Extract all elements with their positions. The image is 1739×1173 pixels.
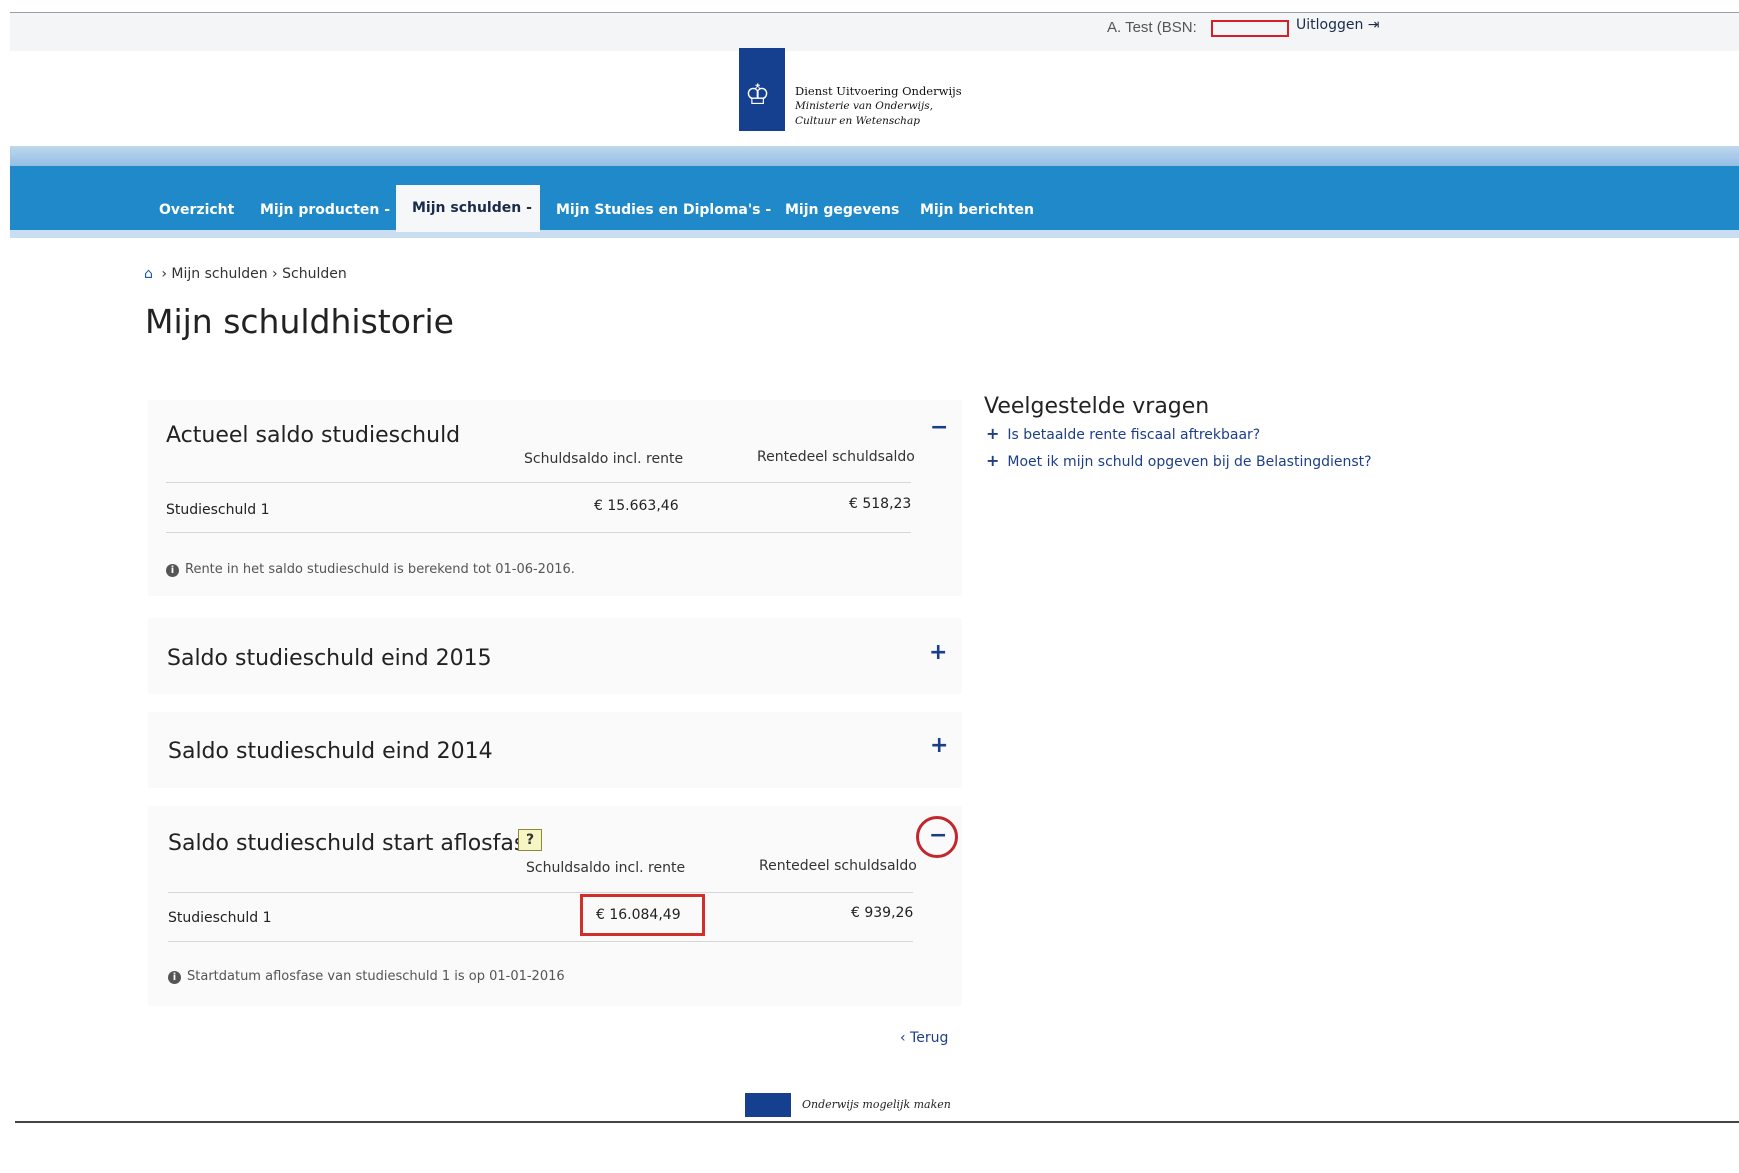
organisation-name: Dienst Uitvoering Onderwijs Ministerie v… xyxy=(795,84,975,129)
page-title: Mijn schuldhistorie xyxy=(145,302,454,341)
expand-eind-2015-button[interactable]: + xyxy=(929,640,947,665)
faq-title: Veelgestelde vragen xyxy=(984,394,1210,419)
breadcrumb-schulden[interactable]: Schulden xyxy=(282,266,347,282)
info-icon: i xyxy=(166,564,179,577)
nav-mijn-gegevens[interactable]: Mijn gegevens xyxy=(785,202,899,218)
logout-label: Uitloggen xyxy=(1296,17,1364,33)
nav-bottom-stripe xyxy=(10,230,1739,238)
breadcrumb-separator: › xyxy=(272,266,278,282)
collapse-actueel-button[interactable]: − xyxy=(930,415,948,440)
info-note: i Rente in het saldo studieschuld is bere… xyxy=(166,562,575,577)
row-rentedeel: € 518,23 xyxy=(849,496,912,512)
back-link[interactable]: ‹ Terug xyxy=(900,1030,948,1046)
table-divider xyxy=(168,892,913,893)
info-icon: i xyxy=(168,971,181,984)
info-note: i Startdatum aflosfase van studieschuld 1… xyxy=(168,969,565,984)
col-header-schuldsaldo: Schuldsaldo incl. rente xyxy=(526,860,686,876)
col-header-rentedeel: Rentedeel schuldsaldo xyxy=(757,449,915,465)
crest-icon: ♔ xyxy=(745,78,771,111)
user-name: A. Test (BSN: xyxy=(1107,19,1197,36)
plus-icon: + xyxy=(986,424,1000,443)
help-button[interactable]: ? xyxy=(518,829,542,851)
main-nav xyxy=(10,166,1739,230)
table-divider xyxy=(168,941,913,942)
breadcrumb-separator: › xyxy=(161,266,167,282)
section-title-actueel: Actueel saldo studieschuld xyxy=(166,423,461,448)
section-title-aflosfase: Saldo studieschuld start aflosfase xyxy=(168,831,539,856)
row-rentedeel: € 939,26 xyxy=(851,905,914,921)
info-note-text: Rente in het saldo studieschuld is berek… xyxy=(185,562,575,577)
nav-mijn-producten[interactable]: Mijn producten - xyxy=(260,202,390,218)
nav-overzicht[interactable]: Overzicht xyxy=(159,202,234,218)
annotation-box xyxy=(580,894,705,936)
section-title-eind-2014: Saldo studieschuld eind 2014 xyxy=(168,739,493,764)
breadcrumb-mijn-schulden[interactable]: Mijn schulden xyxy=(171,266,267,282)
expand-eind-2014-button[interactable]: + xyxy=(930,733,948,758)
plus-icon: + xyxy=(986,451,1000,470)
breadcrumb: ⌂ › Mijn schulden › Schulden xyxy=(144,266,347,282)
faq-item-label: Moet ik mijn schuld opgeven bij de Belas… xyxy=(1007,454,1372,470)
nav-mijn-schulden[interactable]: Mijn schulden - xyxy=(412,200,532,216)
row-schuldsaldo: € 15.663,46 xyxy=(594,498,679,514)
annotation-circle xyxy=(916,816,958,858)
home-icon[interactable]: ⌂ xyxy=(144,266,153,282)
org-title: Dienst Uitvoering Onderwijs xyxy=(795,84,962,98)
nav-mijn-studies[interactable]: Mijn Studies en Diploma's - xyxy=(556,202,771,218)
col-header-rentedeel: Rentedeel schuldsaldo xyxy=(759,858,917,874)
user-bar xyxy=(10,13,1739,51)
row-label: Studieschuld 1 xyxy=(166,502,270,518)
logo-emblem: ♔ xyxy=(739,48,785,131)
nav-decoration xyxy=(10,146,1739,168)
faq-item-label: Is betaalde rente fiscaal aftrekbaar? xyxy=(1007,427,1261,443)
info-note-text: Startdatum aflosfase van studieschuld 1 … xyxy=(187,969,565,984)
section-title-eind-2015: Saldo studieschuld eind 2015 xyxy=(167,646,492,671)
col-header-schuldsaldo: Schuldsaldo incl. rente xyxy=(524,451,684,467)
faq-item[interactable]: + Moet ik mijn schuld opgeven bij de Bela… xyxy=(986,451,1372,470)
footer-logo xyxy=(745,1093,791,1117)
footer-divider xyxy=(15,1121,1739,1123)
bsn-redaction-box xyxy=(1211,20,1289,37)
footer-tagline: Onderwijs mogelijk maken xyxy=(802,1098,951,1111)
logout-icon: ⇥ xyxy=(1367,17,1380,33)
table-divider xyxy=(166,482,911,483)
faq-item[interactable]: + Is betaalde rente fiscaal aftrekbaar? xyxy=(986,424,1260,443)
logout-link[interactable]: Uitloggen ⇥ xyxy=(1296,17,1380,33)
table-divider xyxy=(166,532,911,533)
row-label: Studieschuld 1 xyxy=(168,910,272,926)
org-subtitle: Ministerie van Onderwijs, Cultuur en Wet… xyxy=(795,100,933,127)
nav-mijn-berichten[interactable]: Mijn berichten xyxy=(920,202,1034,218)
